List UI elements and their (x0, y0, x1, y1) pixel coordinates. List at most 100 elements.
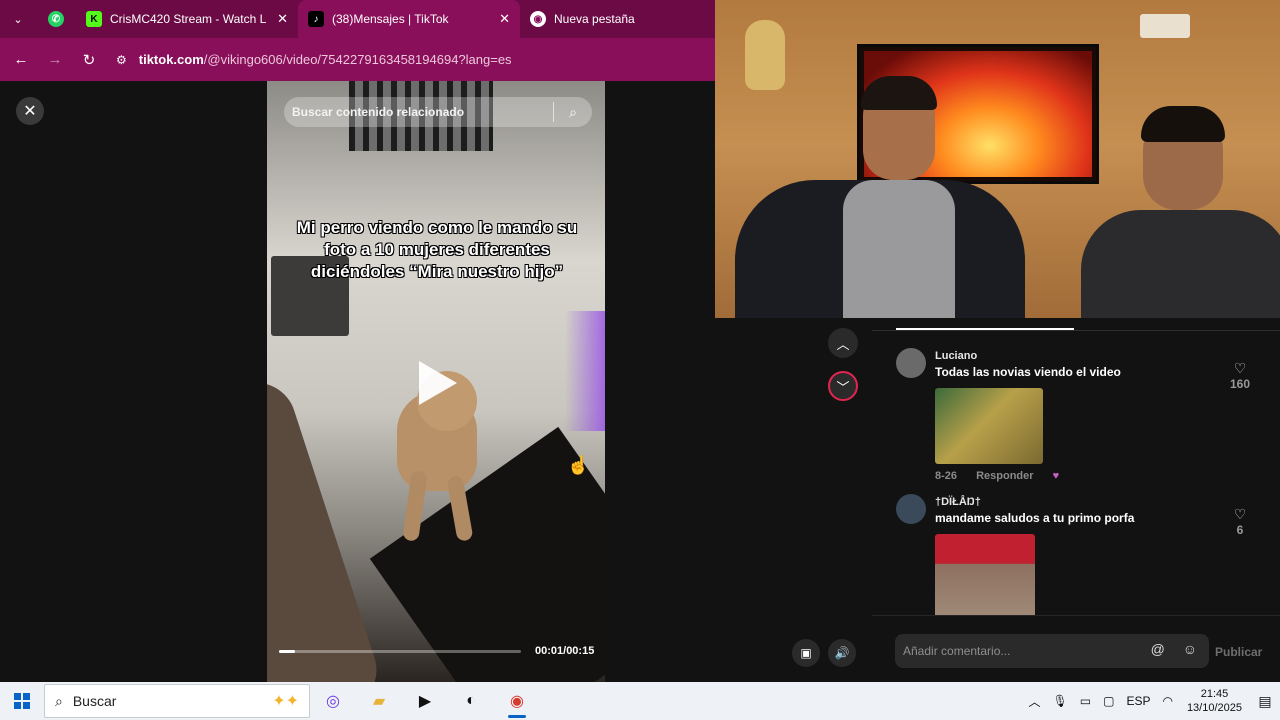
webcam-overlay (715, 0, 1280, 318)
network-icon[interactable]: ◠ (1162, 694, 1172, 708)
taskbar-app-obs[interactable]: ◐ (448, 682, 494, 720)
clock-date: 13/10/2025 (1186, 702, 1242, 714)
like-count: 160 (1229, 377, 1251, 391)
url-field[interactable]: ⚙ tiktok.com/@vikingo606/video/754227916… (116, 52, 512, 67)
video-caption: Mi perro viendo como le mando su foto a … (296, 218, 578, 281)
close-tab-icon[interactable]: ✕ (499, 11, 510, 27)
heart-icon[interactable]: ♡ (1228, 360, 1252, 377)
back-arrow-icon[interactable]: ← (4, 38, 38, 81)
comments-tab-indicator (896, 328, 1074, 330)
video-scene-arm (267, 372, 387, 682)
close-icon: ✕ (23, 103, 37, 120)
tab-search-chevron-icon[interactable]: ⌄ (0, 0, 36, 38)
taskbar-app-chrome[interactable]: ◉ (494, 682, 540, 720)
comment-text: Todas las novias viendo el video (935, 365, 1121, 379)
heart-icon[interactable]: ♡ (1228, 506, 1252, 523)
comment-text: mandame saludos a tu primo porfa (935, 511, 1135, 525)
webcam-person-left-shirt (843, 180, 955, 318)
floating-player-button[interactable]: ▣ (792, 639, 820, 667)
video-time: 00:01/00:15 (535, 645, 595, 657)
publish-button[interactable]: Publicar (1215, 645, 1262, 659)
taskbar: ⌕ Buscar ✦✦ ◎ ▰ ▶ ◐ ◉ ︿ 🎙 ▭ ▢ ESP ◠ 21:4… (0, 682, 1280, 720)
tab-label: CrisMC420 Stream - Watch Live (110, 12, 268, 26)
input-language[interactable]: ESP (1126, 694, 1150, 708)
volume-icon: 🔊 (834, 646, 850, 660)
taskbar-app-explorer[interactable]: ▰ (356, 682, 402, 720)
avatar[interactable] (896, 348, 926, 378)
obs-icon: ◐ (466, 692, 476, 709)
comment-meta: 8-26 Responder ♥ (935, 470, 1075, 482)
chevron-up-icon[interactable]: ︿ (1029, 693, 1041, 710)
comment-item: †DÏŁÅŊ† mandame saludos a tu primo porfa… (896, 494, 1266, 615)
webcam-person-right-body (1081, 210, 1280, 318)
video-progress-fill (279, 650, 296, 653)
related-search-input[interactable]: Buscar contenido relacionado ⌕ (284, 97, 592, 127)
reload-icon[interactable]: ↻ (72, 38, 106, 81)
sparkle-icon: ✦✦ (272, 693, 299, 710)
taskbar-search[interactable]: ⌕ Buscar ✦✦ (44, 684, 310, 718)
close-tab-icon[interactable]: ✕ (277, 11, 288, 27)
comment-image[interactable] (935, 534, 1035, 615)
search-icon[interactable]: ⌕ (554, 104, 592, 121)
comment-username[interactable]: Luciano (935, 350, 977, 362)
whatsapp-icon: ✆ (48, 11, 64, 27)
webcam-person-left-hair (861, 76, 937, 110)
camera-icon[interactable]: ▢ (1103, 694, 1114, 708)
battery-icon[interactable]: ▭ (1080, 694, 1091, 708)
comments-tab-divider (872, 330, 1280, 331)
volume-button[interactable]: 🔊 (828, 639, 856, 667)
avatar[interactable] (896, 494, 926, 524)
comment-item: Luciano Todas las novias viendo el video… (896, 348, 1266, 488)
tab-crismc420-stream[interactable]: K CrisMC420 Stream - Watch Live ✕ (76, 0, 298, 38)
url-host: tiktok.com (138, 52, 204, 67)
chrome-icon: ◉ (510, 693, 524, 710)
comments-panel[interactable]: Luciano Todas las novias viendo el video… (872, 318, 1280, 615)
video-player[interactable]: Buscar contenido relacionado ⌕ Mi perro … (267, 81, 605, 682)
taskbar-app-copilot[interactable]: ◎ (310, 682, 356, 720)
kick-icon: K (86, 11, 102, 27)
emoji-icon[interactable]: ☺ (1183, 641, 1197, 657)
play-icon[interactable] (419, 361, 457, 405)
windows-icon (14, 693, 30, 709)
clock-time: 21:45 (1200, 688, 1229, 700)
tab-new-tab[interactable]: ◉ Nueva pestaña (520, 0, 690, 38)
pip-icon: ▣ (800, 646, 812, 660)
previous-video-button[interactable]: ︿ (828, 328, 858, 358)
site-settings-icon[interactable]: ⚙ (116, 53, 127, 67)
comment-like[interactable]: ♡ 6 (1228, 506, 1252, 537)
mention-icon[interactable]: @ (1151, 641, 1165, 657)
chevron-up-icon: ︿ (836, 336, 850, 352)
screen: ⌄ ✆ K CrisMC420 Stream - Watch Live ✕ ♪ … (0, 0, 1280, 720)
search-icon: ⌕ (55, 692, 63, 709)
webcam-scene-wallbox (1140, 14, 1190, 38)
tab-whatsapp[interactable]: ✆ (36, 0, 76, 38)
close-viewer-button[interactable]: ✕ (16, 97, 44, 125)
tiktok-icon: ♪ (308, 11, 324, 27)
tab-label: (38)Mensajes | TikTok (332, 12, 449, 26)
webcam-person-right-hair (1141, 106, 1225, 142)
tab-tiktok-messages[interactable]: ♪ (38)Mensajes | TikTok ✕ (298, 0, 520, 38)
chevron-down-icon: ﹀ (836, 379, 850, 395)
notification-icon[interactable]: ▤ (1250, 693, 1280, 710)
taskbar-search-label: Buscar (72, 693, 117, 709)
forward-arrow-icon[interactable]: → (38, 38, 72, 81)
start-button[interactable] (0, 682, 44, 720)
browser-tab-strip: ⌄ ✆ K CrisMC420 Stream - Watch Live ✕ ♪ … (0, 0, 715, 38)
creator-liked-icon: ♥ (1052, 470, 1060, 482)
copilot-icon: ◎ (326, 693, 340, 710)
reply-button[interactable]: Responder (976, 470, 1033, 482)
taskbar-app-media[interactable]: ▶ (402, 682, 448, 720)
microphone-icon[interactable]: 🎙 (1053, 694, 1068, 708)
comment-like[interactable]: ♡ 160 (1228, 360, 1252, 391)
comment-username[interactable]: †DÏŁÅŊ† (935, 496, 981, 508)
like-count: 6 (1236, 523, 1244, 537)
webcam-scene-toy (745, 20, 785, 90)
video-progress-bar[interactable] (279, 650, 521, 653)
clock[interactable]: 21:45 13/10/2025 (1187, 687, 1242, 715)
comment-image[interactable] (935, 388, 1043, 464)
system-tray: ︿ 🎙 ▭ ▢ ESP ◠ 21:45 13/10/2025 ▤ (1023, 682, 1280, 720)
related-search-placeholder: Buscar contenido relacionado (292, 105, 465, 119)
tab-label: Nueva pestaña (554, 12, 635, 26)
add-comment-input[interactable]: Añadir comentario... @ ☺ (895, 634, 1209, 668)
next-video-button[interactable]: ﹀ (828, 371, 858, 401)
